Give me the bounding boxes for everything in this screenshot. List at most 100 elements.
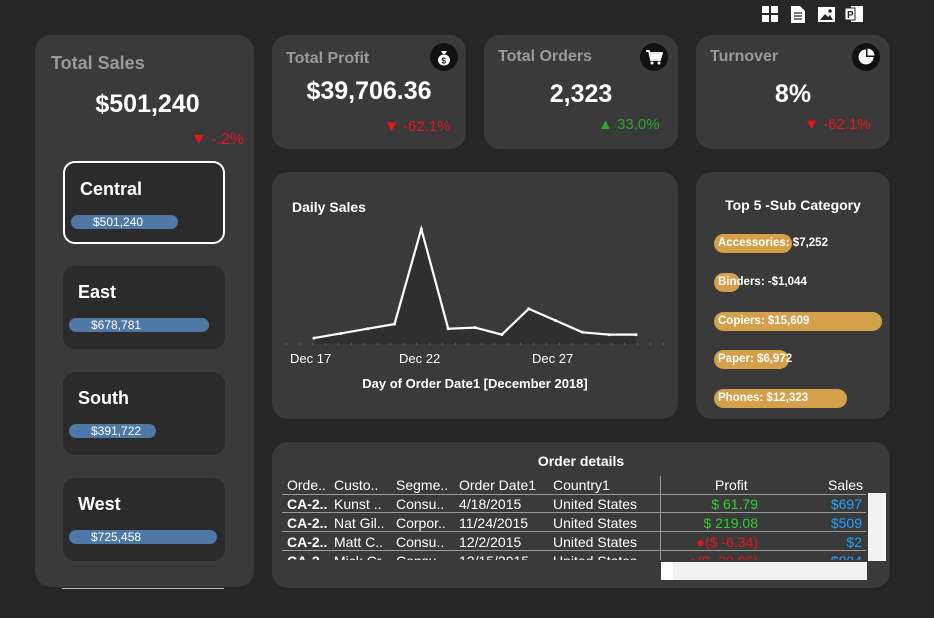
table-cell: 4/18/2015: [459, 496, 522, 512]
table-cell: CA-2..: [287, 553, 327, 560]
row-divider: [282, 531, 866, 532]
sales-cell: $697: [830, 496, 862, 512]
table-cell: Consu..: [396, 496, 445, 512]
x-tick-label: Dec 22: [399, 351, 440, 366]
column-header-country[interactable]: Country1: [553, 477, 610, 493]
sales-cell: $804: [831, 553, 862, 560]
sales-cell: $509: [830, 515, 862, 531]
horizontal-scrollbar[interactable]: [661, 562, 867, 580]
svg-text:P: P: [847, 10, 854, 21]
image-icon[interactable]: [816, 4, 836, 24]
profit-cell: $ 61.79: [711, 496, 758, 512]
money-bag-icon: $: [430, 43, 458, 71]
region-name: East: [78, 282, 117, 302]
column-divider: [660, 476, 661, 560]
daily-sales-point[interactable]: [500, 333, 504, 337]
daily-sales-line: [313, 224, 636, 340]
daily-sales-card: Daily Sales Dec 17 Dec 22 Dec 27 Day of …: [272, 172, 678, 419]
profit-cell: ●($ -6.34): [696, 534, 758, 550]
subcategory-label: Copiers: $15,609: [718, 315, 810, 327]
chart-title: Top 5 -Sub Category: [725, 197, 861, 213]
row-divider: [282, 550, 866, 551]
table-cell: 12/2/2015: [459, 534, 522, 550]
daily-sales-point[interactable]: [527, 307, 531, 311]
column-header-customer[interactable]: Custo..: [334, 477, 378, 493]
daily-sales-point[interactable]: [634, 333, 638, 337]
daily-sales-chart: Dec 17 Dec 22 Dec 27 Day of Order Date1 …: [286, 224, 664, 391]
toolbar: P: [760, 4, 864, 24]
column-header-segment[interactable]: Segme..: [396, 477, 448, 493]
row-divider: [282, 494, 866, 495]
document-icon[interactable]: [788, 4, 808, 24]
kpi-card-total-orders: Total Orders 2,323 ▲ 33.0%: [484, 35, 678, 149]
profit-cell: $ 219.08: [703, 515, 759, 531]
kpi-value: 8%: [774, 80, 812, 108]
kpi-title: Turnover: [710, 48, 779, 65]
daily-sales-point[interactable]: [607, 333, 611, 337]
daily-sales-point[interactable]: [393, 322, 396, 326]
kpi-delta: ▲ 33.0%: [598, 116, 660, 133]
region-card-east[interactable]: East $678,781: [63, 266, 225, 349]
region-sales-bar: $391,722: [69, 424, 156, 438]
dashboard-grid-icon[interactable]: [760, 4, 780, 24]
order-details-table: Orde.. Custo.. Segme.. Order Date1 Count…: [282, 476, 866, 560]
row-divider: [282, 512, 866, 513]
x-axis-title: Day of Order Date1 [December 2018]: [362, 376, 587, 391]
table-cell: Kunst ..: [334, 496, 382, 512]
kpi-value: 2,323: [549, 80, 613, 108]
region-sales-bar: $501,240: [71, 215, 178, 229]
column-header-sales[interactable]: Sales: [828, 477, 863, 493]
daily-sales-point[interactable]: [446, 327, 450, 331]
powerpoint-icon[interactable]: P: [844, 4, 864, 24]
region-sales-bar: $678,781: [69, 318, 209, 332]
region-name: Central: [80, 179, 143, 199]
column-header-order-date[interactable]: Order Date1: [459, 477, 536, 493]
region-card-south[interactable]: South $391,722: [63, 372, 225, 455]
svg-text:$: $: [442, 57, 447, 66]
total-sales-panel: Total Sales $501,240 ▼ -.2% Central $501…: [35, 35, 254, 587]
x-tick-label: Dec 27: [532, 351, 573, 366]
region-card-central[interactable]: Central $501,240: [63, 161, 225, 244]
table-cell: Matt C..: [334, 534, 384, 550]
table-cell: CA-2..: [287, 515, 328, 531]
table-cell: United States: [553, 515, 638, 531]
column-header-order-id[interactable]: Orde..: [287, 477, 326, 493]
subcategory-label: Binders: -$1,044: [718, 276, 807, 288]
table-cell: CA-2..: [287, 534, 328, 550]
daily-sales-point[interactable]: [366, 327, 370, 331]
daily-sales-point[interactable]: [339, 331, 343, 335]
kpi-delta: ▼ -62.1%: [804, 116, 871, 133]
kpi-value: $39,706.36: [306, 77, 432, 105]
daily-sales-point[interactable]: [580, 330, 584, 334]
table-cell: Consu..: [396, 553, 444, 560]
total-sales-delta: ▼ -.2%: [190, 131, 244, 148]
subcategory-label: Accessories: $7,252: [718, 237, 828, 249]
kpi-title: Total Profit: [286, 50, 370, 67]
daily-sales-point[interactable]: [312, 336, 316, 340]
region-card-west[interactable]: West $725,458: [63, 478, 225, 561]
vertical-scrollbar[interactable]: [868, 493, 886, 561]
subcategory-label: Paper: $6,972: [718, 353, 793, 365]
table-cell: Corpor..: [396, 515, 446, 531]
kpi-title: Total Orders: [498, 48, 592, 65]
region-name: West: [78, 494, 121, 514]
kpi-delta: ▼ -62.1%: [384, 118, 451, 135]
table-cell: 11/24/2015: [459, 515, 529, 531]
table-title: Order details: [537, 453, 625, 469]
divider: [62, 588, 224, 589]
daily-sales-point[interactable]: [554, 319, 557, 323]
pie-chart-icon: [852, 43, 880, 71]
x-tick-label: Dec 17: [290, 351, 331, 366]
top5-subcategory-card: Top 5 -Sub Category Accessories: $7,252 B…: [696, 172, 890, 419]
table-cell: Mick Cr..: [334, 553, 388, 560]
kpi-card-total-profit: Total Profit $ $39,706.36 ▼ -62.1%: [272, 35, 466, 149]
table-cell: 12/15/2015: [459, 553, 529, 560]
table-cell: Consu..: [396, 534, 445, 550]
daily-sales-point[interactable]: [473, 326, 477, 330]
shopping-cart-icon: [640, 43, 668, 71]
region-name: South: [78, 388, 129, 408]
order-details-card: Order details Orde.. Custo.. Segme.. Ord…: [272, 442, 890, 588]
column-header-profit[interactable]: Profit: [715, 477, 748, 493]
daily-sales-point[interactable]: [419, 227, 423, 231]
table-cell: United States: [553, 553, 637, 560]
